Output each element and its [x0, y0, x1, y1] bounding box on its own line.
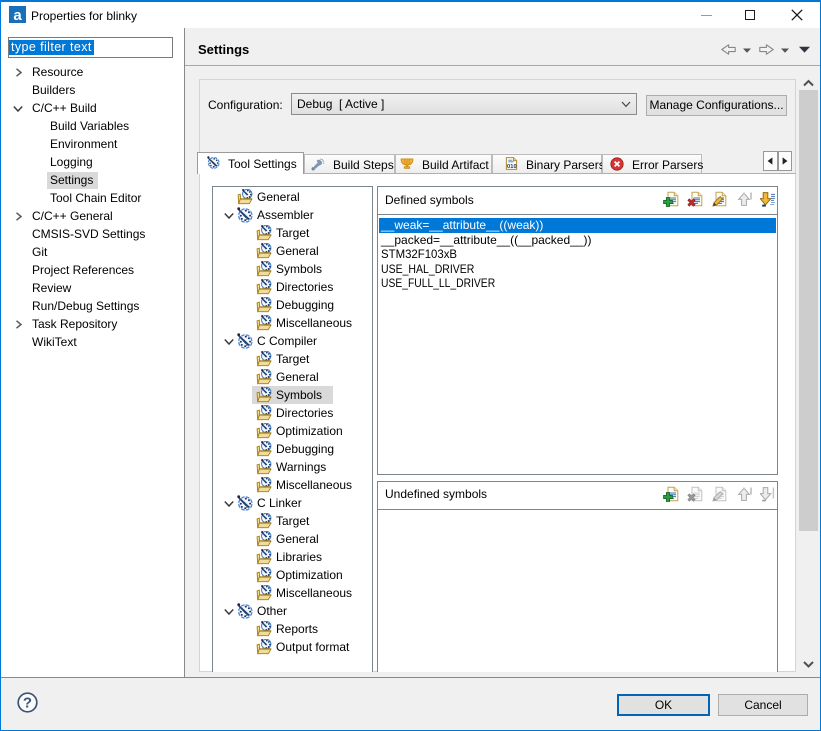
svg-text:?: ? — [23, 694, 32, 711]
svg-text:a: a — [13, 7, 22, 24]
